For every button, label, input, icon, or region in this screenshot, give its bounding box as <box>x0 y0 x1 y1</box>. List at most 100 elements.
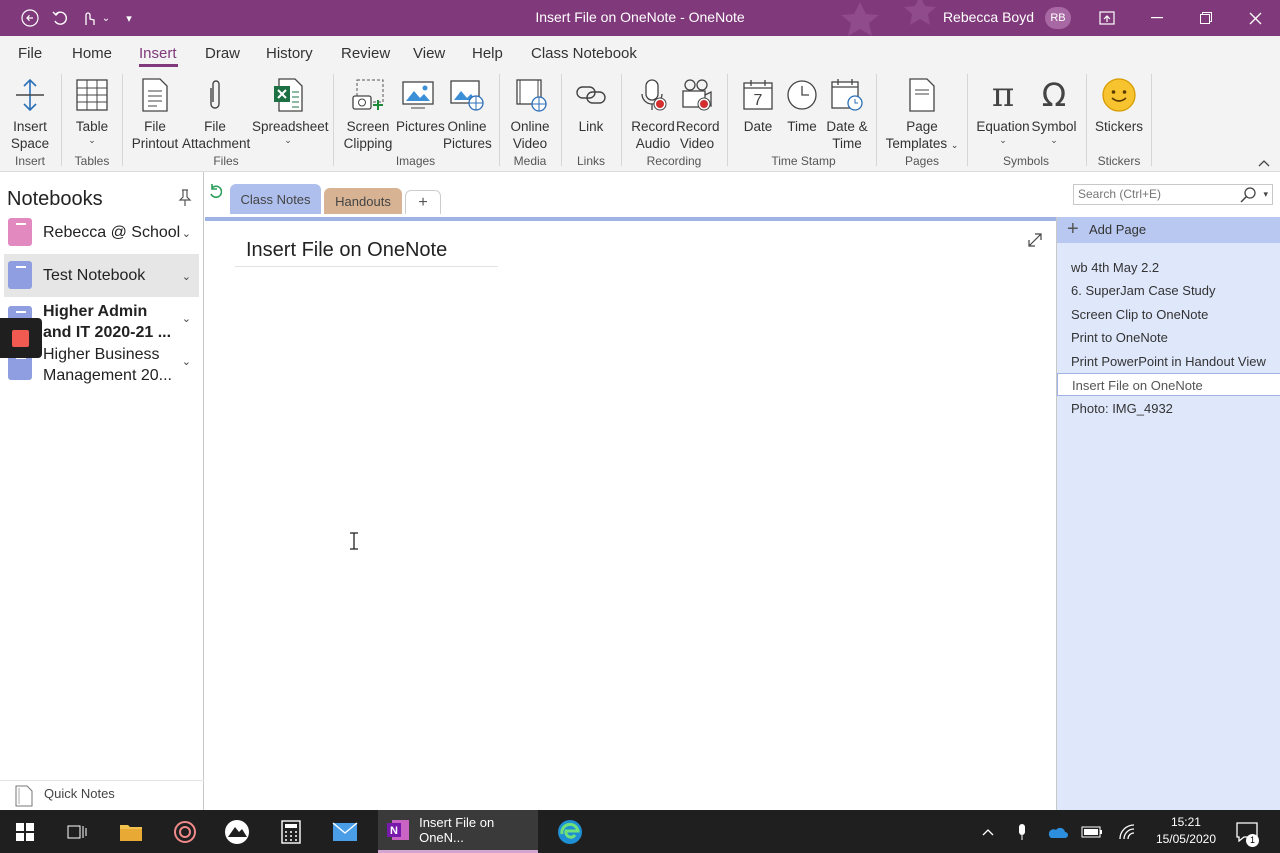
system-clock[interactable]: 15:21 15/05/2020 <box>1156 814 1216 848</box>
search-icon[interactable] <box>1240 187 1256 203</box>
table-button[interactable]: Table ⌄ <box>70 74 114 145</box>
notebook-item[interactable]: Rebecca @ School ⌄ <box>4 212 199 252</box>
notification-center-icon[interactable] <box>1232 810 1262 853</box>
ribbon-display-options-icon[interactable] <box>1084 0 1130 36</box>
clock-time: 15:21 <box>1170 815 1201 829</box>
wifi-icon[interactable] <box>1114 810 1142 853</box>
date-button[interactable]: 7 Date <box>738 74 778 135</box>
page-list-item[interactable]: 6. SuperJam Case Study <box>1057 279 1280 302</box>
page-list-item[interactable]: Print PowerPoint in Handout View <box>1057 350 1280 373</box>
minimize-button[interactable] <box>1134 0 1180 36</box>
stickers-button[interactable]: Stickers <box>1094 74 1144 135</box>
symbol-button[interactable]: Ω Symbol ⌄ <box>1031 74 1077 146</box>
tab-help[interactable]: Help <box>472 45 503 62</box>
spreadsheet-button[interactable]: Spreadsheet ⌄ <box>252 74 329 145</box>
online-pictures-label-2: Pictures <box>443 136 492 151</box>
stop-record-icon[interactable] <box>12 330 29 347</box>
chevron-down-icon[interactable]: ⌄ <box>182 270 191 283</box>
mail-icon[interactable] <box>320 810 370 853</box>
show-hidden-icons-icon[interactable] <box>976 810 1000 853</box>
group-insert-label: Insert <box>14 154 45 168</box>
creative-cloud-icon[interactable] <box>160 810 210 853</box>
link-button[interactable]: Link <box>570 74 612 135</box>
add-page-button[interactable]: + Add Page <box>1057 217 1280 243</box>
battery-icon[interactable] <box>1078 810 1106 853</box>
section-tab-class-notes[interactable]: Class Notes <box>230 184 321 214</box>
calculator-icon[interactable] <box>266 810 316 853</box>
notebook-item-selected[interactable]: Test Notebook ⌄ <box>4 254 199 297</box>
page-title[interactable]: Insert File on OneNote <box>246 239 447 262</box>
table-dropdown-icon: ⌄ <box>88 135 96 145</box>
date-time-label-1: Date & <box>826 119 868 134</box>
active-tab-underline <box>139 64 178 67</box>
group-time-stamp-label: Time Stamp <box>771 154 836 168</box>
date-time-button[interactable]: Date & Time <box>825 74 869 152</box>
ribbon-separator <box>561 74 562 166</box>
tab-view[interactable]: View <box>413 45 445 62</box>
file-explorer-icon[interactable] <box>106 810 156 853</box>
insert-space-button[interactable]: Insert Space <box>8 74 52 152</box>
ribbon-separator <box>1151 74 1152 166</box>
tab-class-notebook[interactable]: Class Notebook <box>531 45 637 62</box>
quick-notes[interactable]: Quick Notes <box>0 780 204 810</box>
user-name[interactable]: Rebecca Boyd <box>943 9 1034 25</box>
expand-icon[interactable] <box>1028 233 1042 252</box>
restore-button[interactable] <box>1183 0 1229 36</box>
chevron-down-icon[interactable]: ⌄ <box>182 227 191 240</box>
time-button[interactable]: Time <box>783 74 821 135</box>
taskbar-onenote-app[interactable]: N Insert File on OneN... <box>378 810 538 853</box>
file-printout-button[interactable]: File Printout <box>128 74 182 152</box>
page-templates-dropdown-icon: ⌄ <box>950 140 959 150</box>
page-list-item[interactable]: Print to OneNote <box>1057 326 1280 349</box>
screen-clipping-label-1: Screen <box>346 119 390 134</box>
search-input[interactable]: Search (Ctrl+E) ▾ <box>1073 184 1273 205</box>
close-button[interactable] <box>1232 0 1278 36</box>
section-tab-handouts[interactable]: Handouts <box>324 188 402 214</box>
avatar[interactable]: RB <box>1045 7 1071 29</box>
tab-home[interactable]: Home <box>72 45 112 62</box>
tab-file[interactable]: File <box>18 45 42 62</box>
ribbon-separator <box>1086 74 1087 166</box>
chevron-down-icon[interactable]: ⌄ <box>182 355 191 368</box>
online-pictures-button[interactable]: Online Pictures <box>443 74 492 152</box>
collapse-ribbon-icon[interactable] <box>1258 156 1270 170</box>
pictures-label: Pictures <box>396 119 445 134</box>
sync-icon[interactable] <box>208 184 223 205</box>
group-links-label: Links <box>576 154 605 168</box>
windows-start-icon[interactable] <box>0 810 50 853</box>
search-scope-dropdown-icon[interactable]: ▾ <box>1263 185 1268 204</box>
insert-space-label-2: Space <box>10 136 50 151</box>
page-templates-button[interactable]: Page Templates ⌄ <box>884 74 960 154</box>
online-video-button[interactable]: Online Video <box>507 74 553 152</box>
pi-icon: π <box>991 74 1015 115</box>
photos-app-icon[interactable] <box>212 810 262 853</box>
page-list-item[interactable]: Screen Clip to OneNote <box>1057 303 1280 326</box>
add-section-button[interactable]: + <box>405 190 441 214</box>
pin-icon[interactable] <box>178 189 192 212</box>
equation-button[interactable]: π Equation ⌄ <box>975 74 1031 146</box>
online-video-label-1: Online <box>510 119 550 134</box>
onedrive-icon[interactable] <box>1042 810 1072 853</box>
screen-clipping-icon <box>340 74 396 116</box>
tab-insert[interactable]: Insert <box>139 45 177 62</box>
page-list-item[interactable]: wb 4th May 2.2 <box>1057 256 1280 279</box>
spreadsheet-dropdown-icon: ⌄ <box>284 135 292 145</box>
recording-indicator[interactable] <box>0 318 42 358</box>
record-audio-label-1: Record <box>631 119 675 134</box>
tab-review[interactable]: Review <box>341 45 390 62</box>
edge-browser-icon[interactable] <box>545 810 595 853</box>
record-audio-button[interactable]: Record Audio <box>630 74 676 152</box>
screen-clipping-button[interactable]: Screen Clipping <box>340 74 396 152</box>
record-video-button[interactable]: Record Video <box>676 74 720 152</box>
file-attachment-button[interactable]: File Attachment <box>182 74 250 152</box>
task-view-icon[interactable] <box>52 810 102 853</box>
chevron-down-icon[interactable]: ⌄ <box>182 312 191 325</box>
page-canvas[interactable]: Insert File on OneNote <box>205 217 1056 810</box>
microphone-tray-icon[interactable] <box>1010 810 1034 853</box>
pictures-button[interactable]: Pictures <box>396 74 445 135</box>
tab-history[interactable]: History <box>266 45 313 62</box>
page-templates-label-2-row: Templates ⌄ <box>884 135 960 154</box>
page-list-item[interactable]: Photo: IMG_4932 <box>1057 397 1280 420</box>
tab-draw[interactable]: Draw <box>205 45 240 62</box>
page-list-item-selected[interactable]: Insert File on OneNote <box>1057 373 1280 396</box>
